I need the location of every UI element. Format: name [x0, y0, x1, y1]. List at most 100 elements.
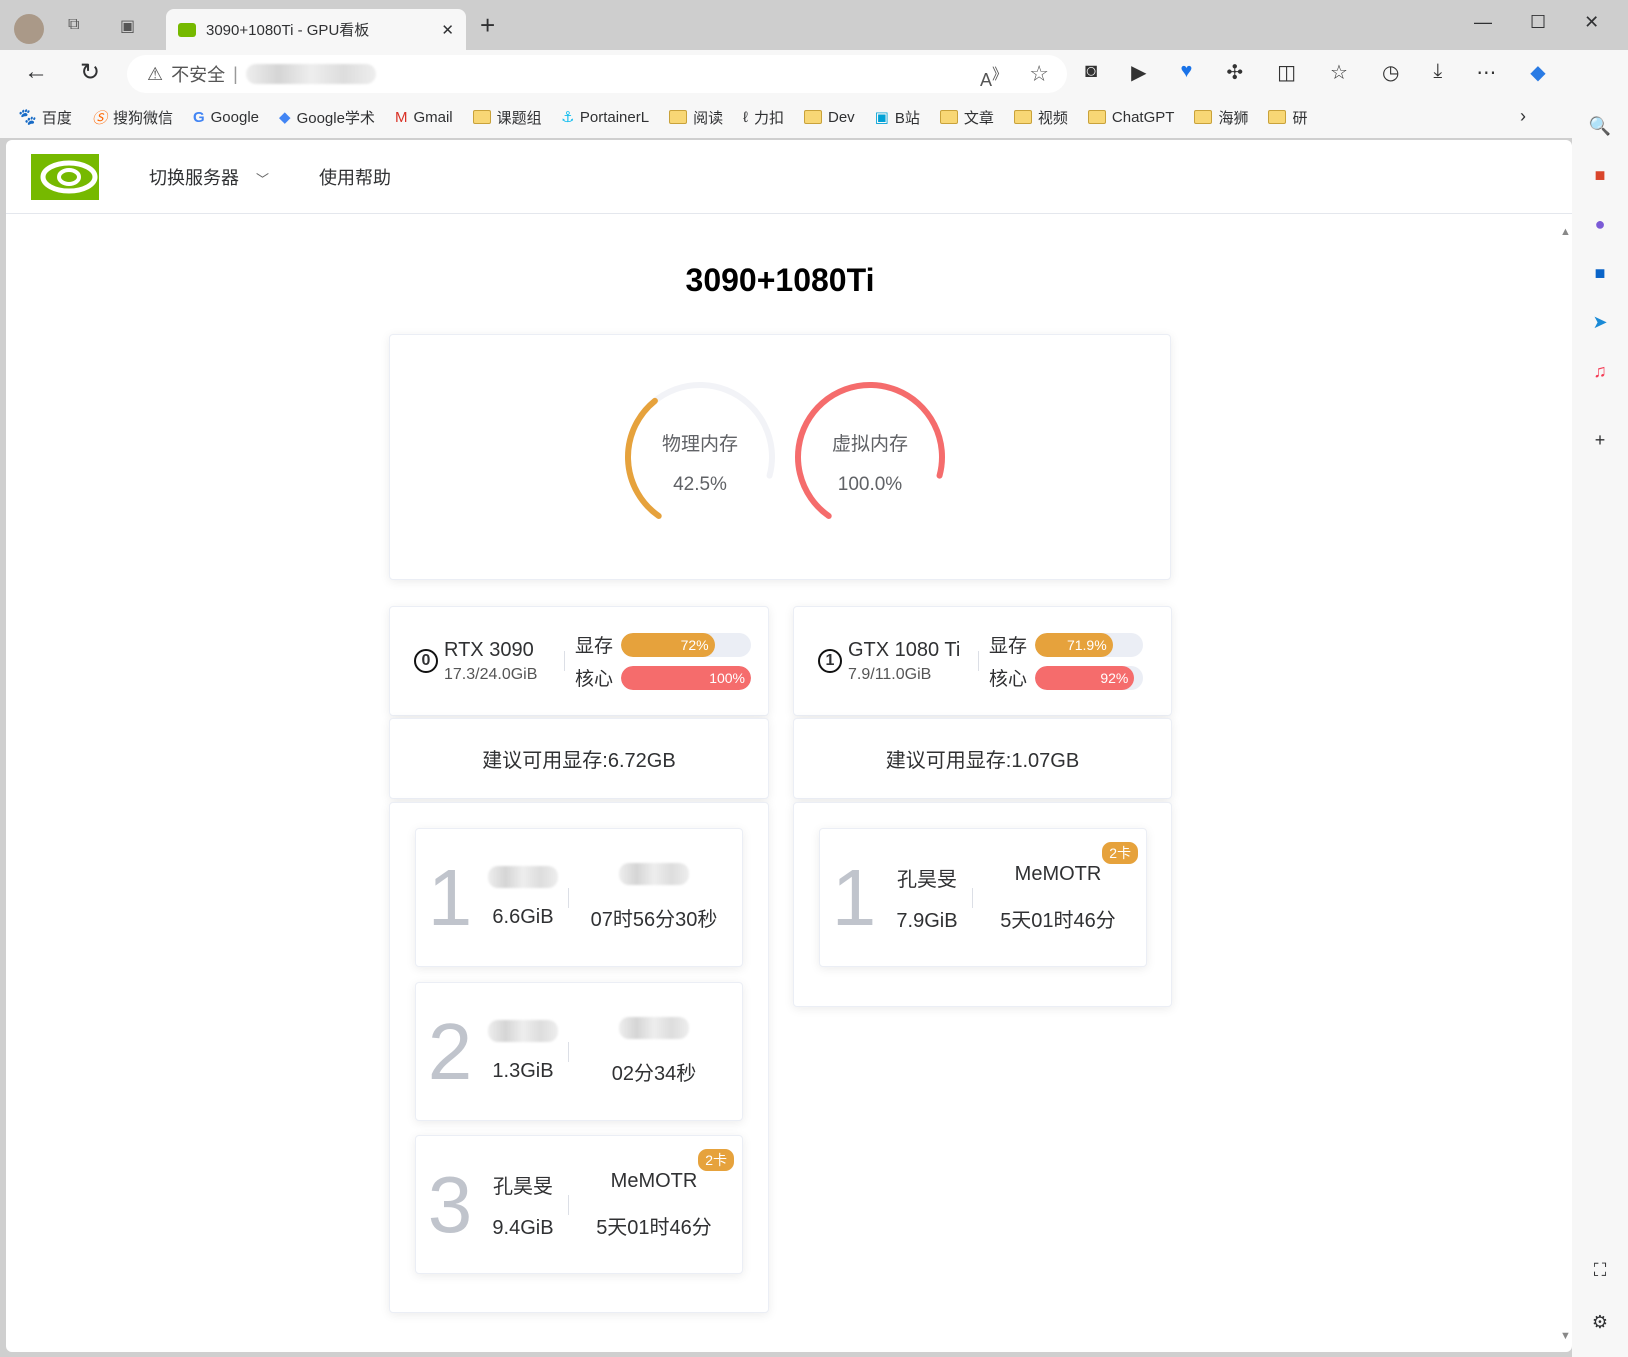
- help-link[interactable]: 使用帮助: [319, 164, 391, 190]
- bookmark-label: Gmail: [413, 108, 453, 126]
- scroll-up-icon[interactable]: ▲: [1560, 226, 1571, 238]
- extension-icon[interactable]: ◙: [1085, 60, 1097, 85]
- core-progress-fill: 92%: [1035, 665, 1135, 690]
- page: [6, 140, 1572, 1352]
- play-icon[interactable]: ▶: [1131, 60, 1146, 85]
- gpu-name: RTX 3090: [444, 638, 534, 661]
- new-tab-icon[interactable]: +: [480, 10, 495, 41]
- process-rank: 1: [831, 852, 877, 942]
- outlook-icon[interactable]: ■: [1595, 263, 1606, 284]
- gpu-memory: 17.3/24.0GiB: [444, 665, 538, 683]
- folder-icon: [1013, 110, 1032, 124]
- process-runtime: 5天01时46分: [596, 1216, 712, 1239]
- process-memory: 9.4GiB: [492, 1216, 554, 1239]
- blurred-text: [619, 863, 689, 885]
- maximize-icon[interactable]: ☐: [1530, 12, 1546, 33]
- nvidia-logo-icon[interactable]: [31, 153, 99, 200]
- suggested-memory-0: 建议可用显存:6.72GB: [389, 718, 769, 799]
- gpu-name: GTX 1080 Ti: [848, 638, 961, 661]
- add-icon[interactable]: +: [1595, 430, 1606, 451]
- memory-label: 显存: [575, 636, 614, 657]
- edge-sidebar: 🔍 ■ ● ■ ➤ ♫ + ⛶ ⚙: [1572, 96, 1628, 1357]
- core-label: 核心: [575, 669, 614, 690]
- process-project: MeMOTR: [610, 1169, 698, 1192]
- bookmark-label: 搜狗微信: [112, 109, 173, 127]
- bookmark[interactable]: 研: [1268, 107, 1307, 128]
- bookmark[interactable]: Dev: [803, 108, 855, 126]
- bookmark[interactable]: 文章: [939, 107, 994, 128]
- physical-memory-label: 物理内存: [661, 434, 738, 455]
- favorites-icon[interactable]: ☆: [1330, 60, 1348, 85]
- music-icon[interactable]: ♫: [1593, 361, 1607, 382]
- back-icon[interactable]: ←: [24, 58, 48, 86]
- memory-label: 显存: [989, 636, 1028, 657]
- bookmark[interactable]: G Google: [193, 109, 259, 126]
- vpn-icon[interactable]: ♥: [1180, 60, 1192, 85]
- bookmark[interactable]: M Gmail: [395, 109, 453, 126]
- bookmark[interactable]: 视频: [1013, 107, 1068, 128]
- history-icon[interactable]: ◷: [1382, 60, 1399, 85]
- more-bookmarks-icon[interactable]: ›: [1520, 106, 1526, 127]
- switch-server-menu[interactable]: 切换服务器 ﹀: [149, 164, 269, 190]
- bookmark-label: 阅读: [693, 109, 724, 127]
- tools-icon[interactable]: ■: [1595, 165, 1606, 186]
- folder-icon: [939, 110, 958, 124]
- bookmark[interactable]: 海狮: [1194, 107, 1248, 128]
- process-rank: 1: [427, 852, 473, 942]
- collections-icon[interactable]: ⧉: [68, 16, 79, 34]
- settings-icon[interactable]: ⚙: [1592, 1312, 1608, 1333]
- read-aloud-icon[interactable]: A》: [980, 63, 1007, 91]
- download-icon[interactable]: ⤓: [1433, 60, 1442, 85]
- bookmark-label: 视频: [1037, 109, 1068, 127]
- core-progress: 92%: [1035, 665, 1144, 690]
- bookmark-label: Google学术: [296, 109, 375, 127]
- minimize-icon[interactable]: —: [1474, 12, 1492, 33]
- close-tab-icon[interactable]: ✕: [441, 21, 454, 39]
- bookmark[interactable]: ChatGPT: [1087, 109, 1174, 126]
- folder-icon: [803, 110, 822, 124]
- google-icon: G: [192, 108, 205, 126]
- process-card: 1 孔昊旻 7.9GiB MeMOTR 5天01时46分 2卡: [819, 828, 1147, 967]
- multi-gpu-badge: 2卡: [1101, 840, 1139, 865]
- refresh-icon[interactable]: ↻: [80, 58, 100, 87]
- process-user: 孔昊旻: [897, 868, 957, 891]
- process-user: 孔昊旻: [493, 1175, 553, 1198]
- nvidia-favicon-icon: [178, 22, 196, 37]
- search-icon[interactable]: 🔍: [1589, 116, 1611, 137]
- tab-actions-icon[interactable]: ▣: [120, 16, 135, 36]
- bookmark[interactable]: ⚓ PortainerL: [561, 108, 650, 127]
- bookmark[interactable]: ▣ B站: [875, 107, 920, 128]
- address-bar[interactable]: ⚠ 不安全 | A》 ☆: [127, 55, 1067, 93]
- leetcode-icon: ℓ: [743, 108, 748, 126]
- bookmark[interactable]: Ⓢ 搜狗微信: [92, 107, 173, 128]
- split-screen-icon[interactable]: ◫: [1277, 60, 1296, 85]
- office-icon[interactable]: ●: [1595, 214, 1606, 235]
- bookmark[interactable]: ℓ 力扣: [743, 107, 784, 128]
- bookmark[interactable]: 课题组: [472, 107, 542, 128]
- bookmark-label: B站: [894, 109, 920, 127]
- bookmark-label: PortainerL: [579, 108, 650, 126]
- bookmark-label: 文章: [963, 109, 994, 127]
- portainer-icon: ⚓: [561, 109, 574, 126]
- telegram-icon[interactable]: ➤: [1592, 312, 1607, 333]
- extensions-icon[interactable]: ✣: [1226, 60, 1243, 85]
- favorite-star-icon[interactable]: ☆: [1029, 61, 1049, 87]
- close-window-icon[interactable]: ✕: [1584, 12, 1599, 33]
- tab-bar: ⧉ ▣ 3090+1080Ti - GPU看板 ✕ + — ☐ ✕: [0, 0, 1628, 50]
- profile-avatar[interactable]: [14, 14, 44, 44]
- bookmark[interactable]: ◆ Google学术: [279, 107, 375, 128]
- active-tab[interactable]: 3090+1080Ti - GPU看板 ✕: [166, 9, 466, 50]
- bookmark[interactable]: 🐾 百度: [16, 107, 72, 128]
- scroll-down-icon[interactable]: ▼: [1560, 1330, 1571, 1342]
- more-icon[interactable]: ⋯: [1476, 60, 1496, 85]
- warning-icon: ⚠: [147, 63, 164, 84]
- bookmark[interactable]: 阅读: [669, 107, 723, 128]
- bookmark-label: Dev: [827, 108, 855, 126]
- bookmark-label: 海狮: [1218, 109, 1249, 127]
- screenshot-icon[interactable]: ⛶: [1594, 1260, 1607, 1281]
- url-blurred: [245, 64, 376, 84]
- copilot-icon[interactable]: ◆: [1530, 60, 1545, 85]
- bookmark-label: 研: [1292, 109, 1308, 127]
- virtual-memory-label: 虚拟内存: [831, 434, 908, 455]
- divider: [978, 651, 979, 671]
